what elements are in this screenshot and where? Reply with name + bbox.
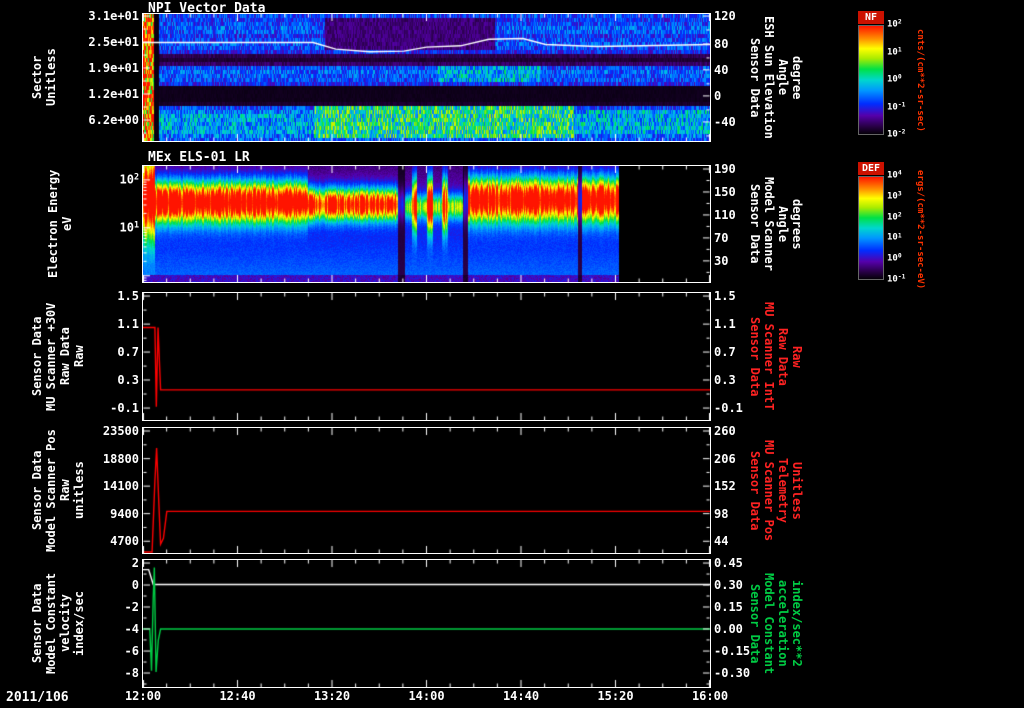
plot-screen: NPI Vector Data MEx ELS-01 LR 2011/106 N…: [0, 0, 1024, 708]
colorbar-nf-unit-label: cnts/(cm**2-sr-sec): [915, 28, 925, 132]
colorbar-def-tick-label: 104: [887, 169, 902, 181]
els-panel: [142, 165, 711, 283]
els-right-axis-label: Sensor Data Model Scanner Angle degrees: [748, 177, 804, 271]
model-scanner-pos-panel: [142, 427, 711, 554]
colorbar-def-title: DEF: [858, 162, 884, 175]
els-panel-title: MEx ELS-01 LR: [148, 150, 250, 165]
time-tick-label: 12:40: [219, 689, 256, 703]
time-tick-label: 14:40: [502, 689, 540, 703]
time-tick-label: 12:00: [124, 689, 162, 703]
time-tick-label: 15:20: [597, 689, 634, 703]
colorbar-def-tick-label: 102: [887, 211, 902, 223]
time-tick-label: 13:20: [313, 689, 351, 703]
mu-scanner-30v-plot-canvas: [143, 293, 710, 420]
npi-left-tick-label: 3.1e+01: [88, 9, 139, 24]
npi-left-tick-label: 1.2e+01: [88, 87, 139, 101]
date-label: 2011/106: [6, 690, 69, 705]
npi-left-tick-label: 6.2e+00: [88, 113, 139, 128]
npi-plot-canvas: [143, 14, 710, 141]
colorbar-def-tick-label: 100: [887, 252, 902, 264]
model-constant-right-axis-label: Sensor Data Model Constant acceleration …: [748, 572, 804, 675]
model-constant-y-axis-label: Sensor Data Model Constant velocity inde…: [30, 572, 86, 675]
model-scanner-pos-y-axis-label: Sensor Data Model Scanner Pos Raw unitle…: [30, 429, 86, 552]
time-tick-label: 16:00: [691, 689, 729, 703]
colorbar-nf-tick-label: 101: [887, 46, 902, 57]
npi-right-axis-label: Sensor Data ESH Sun Elevation Angle degr…: [748, 16, 804, 139]
mu-scanner-30v-panel: [142, 292, 711, 421]
model-scanner-pos-plot-canvas: [143, 428, 710, 553]
model-scanner-pos-right-axis-label: Sensor Data MU Scanner Pos Telemetry Uni…: [748, 439, 804, 542]
colorbar-nf-tick-label: 102: [887, 18, 902, 30]
mu-scanner-30v-right-axis-label: Sensor Data MU Scanner IntT Raw Data Raw: [748, 302, 804, 411]
npi-panel: [142, 13, 711, 142]
colorbar-nf-gradient: [858, 25, 884, 135]
colorbar-def-unit-label: ergs/(cm**2-sr-sec-eV): [915, 170, 925, 290]
mu-scanner-30v-y-axis-label: Sensor Data MU Scanner +30V Raw Data Raw: [30, 302, 86, 411]
colorbar-nf-tick-label: 10-1: [887, 101, 906, 112]
els-plot-canvas: [143, 166, 710, 282]
colorbar-nf-tick-label: 10-2: [887, 128, 906, 140]
model-constant-plot-canvas: [143, 560, 710, 687]
els-y-axis-label: Electron Energy eV: [46, 169, 74, 279]
colorbar-nf-title: NF: [858, 11, 884, 24]
colorbar-def-gradient: [858, 176, 884, 280]
npi-y-axis-label: Sector Unitless: [30, 48, 58, 107]
npi-left-tick-label: 1.9e+01: [88, 60, 139, 75]
colorbar-nf-tick-label: 100: [887, 73, 902, 85]
npi-left-tick-label: 2.5e+01: [88, 35, 139, 50]
model-constant-panel: [142, 559, 711, 688]
colorbar-def-tick-label: 10-1: [887, 273, 906, 285]
colorbar-def-tick-label: 103: [887, 190, 902, 202]
colorbar-def-tick-label: 101: [887, 232, 902, 243]
time-tick-label: 14:00: [408, 689, 445, 703]
